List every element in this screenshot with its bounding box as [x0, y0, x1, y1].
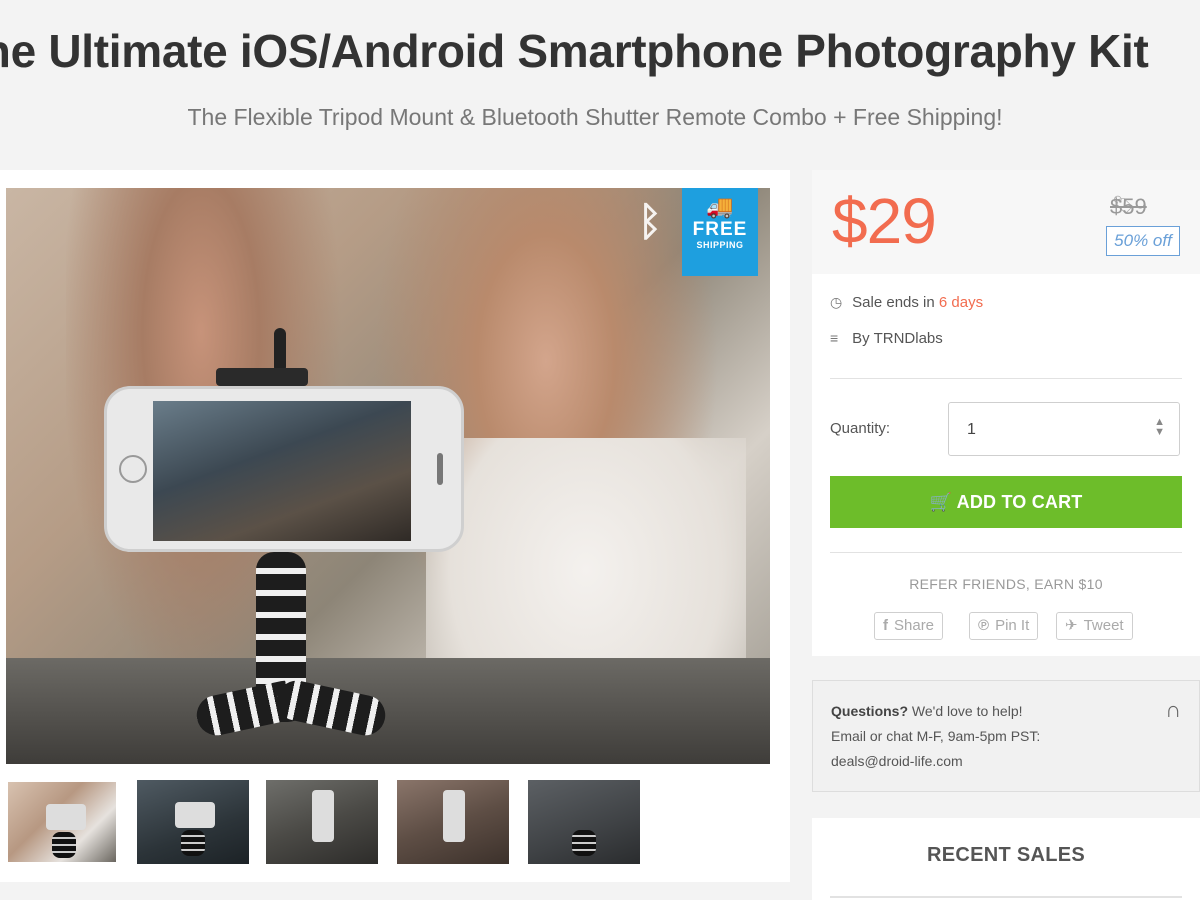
sale-ends-value: 6 days	[938, 294, 984, 311]
product-gallery: ᛒ 🚚 FREE SHIPPING	[0, 170, 790, 882]
pinterest-pin-label: Pin It	[995, 617, 1030, 634]
pinterest-pin-button[interactable]: ℗ Pin It	[969, 612, 1039, 640]
facebook-icon: f	[883, 617, 888, 634]
smartphone-image	[104, 386, 464, 552]
twitter-icon: ✈	[1065, 617, 1078, 634]
spinner-icon: ▲ ▼	[1154, 416, 1165, 438]
headset-icon: ∩	[1165, 697, 1181, 722]
cart-icon: 🛒	[929, 492, 953, 512]
add-to-cart-button[interactable]: 🛒 ADD TO CART	[830, 476, 1182, 528]
phone-speaker	[437, 453, 443, 485]
thumb-tripod	[52, 832, 76, 858]
pinterest-icon: ℗	[978, 617, 990, 634]
price-box: $29 🏷 $59 50% off	[812, 170, 1200, 274]
thumb-phone	[175, 802, 215, 828]
thumb-phone	[443, 790, 465, 842]
hero-image[interactable]: ᛒ 🚚 FREE SHIPPING	[6, 188, 770, 764]
help-hours: Email or chat M-F, 9am-5pm PST:	[831, 728, 1041, 744]
twitter-tweet-label: Tweet	[1083, 617, 1124, 634]
quantity-select[interactable]: 1 ▲ ▼	[948, 402, 1180, 456]
thumb-tripod	[181, 830, 205, 856]
divider	[830, 378, 1182, 379]
background-table	[6, 658, 770, 764]
phone-screen	[153, 401, 411, 541]
discount-badge: 50% off	[1106, 226, 1180, 256]
thumb-phone	[46, 804, 86, 830]
badge-shipping-label: SHIPPING	[696, 240, 744, 250]
phone-home-button	[119, 455, 147, 483]
add-to-cart-label: ADD TO CART	[956, 492, 1083, 512]
badge-free-label: FREE	[692, 219, 748, 240]
thumbnail-5[interactable]	[528, 780, 640, 864]
page-title: The Ultimate iOS/Android Smartphone Phot…	[0, 25, 1149, 77]
facebook-share-label: Share	[894, 617, 935, 634]
help-box: ∩ Questions? We'd love to help! Email or…	[812, 680, 1200, 792]
tripod-clamp	[216, 368, 308, 386]
thumb-phone	[312, 790, 334, 842]
sale-ends-row: ◷ Sale ends in 6 days	[830, 294, 983, 311]
help-line-1: Questions? We'd love to help!	[831, 699, 1181, 724]
vendor-row: ≡ By TRNDlabs	[830, 330, 943, 347]
original-price: $59	[1110, 194, 1147, 219]
sale-ends-label: Sale ends in	[852, 294, 935, 311]
truck-icon: 🚚	[706, 194, 734, 219]
quantity-value: 1	[967, 421, 976, 438]
recent-sales-heading: RECENT SALES	[926, 844, 1086, 866]
thumbnail-2[interactable]	[137, 780, 249, 864]
sale-price: $29	[832, 185, 937, 257]
tripod-remote-stem	[274, 328, 286, 373]
help-questions: Questions?	[831, 703, 909, 719]
vendor-name[interactable]: By TRNDlabs	[852, 330, 943, 347]
refer-friends-link[interactable]: REFER FRIENDS, EARN $10	[812, 576, 1200, 592]
clock-icon: ◷	[830, 294, 843, 310]
thumb-tripod	[572, 830, 596, 856]
layers-icon: ≡	[830, 330, 839, 346]
recent-sales-panel: RECENT SALES	[812, 818, 1200, 900]
divider	[830, 552, 1182, 553]
bluetooth-icon: ᛒ	[638, 200, 662, 244]
purchase-panel: $29 🏷 $59 50% off ◷ Sale ends in 6 days …	[812, 170, 1200, 656]
free-shipping-badge: 🚚 FREE SHIPPING	[682, 188, 758, 276]
thumbnail-4[interactable]	[397, 780, 509, 864]
thumbnail-1[interactable]	[6, 780, 118, 864]
help-text: We'd love to help!	[911, 703, 1023, 719]
facebook-share-button[interactable]: f Share	[874, 612, 944, 640]
help-email[interactable]: deals@droid-life.com	[831, 749, 1181, 774]
page-subtitle: The Flexible Tripod Mount & Bluetooth Sh…	[187, 104, 1003, 130]
twitter-tweet-button[interactable]: ✈ Tweet	[1056, 612, 1133, 640]
thumbnail-3[interactable]	[266, 780, 378, 864]
divider	[830, 896, 1182, 898]
quantity-label: Quantity:	[830, 420, 891, 437]
